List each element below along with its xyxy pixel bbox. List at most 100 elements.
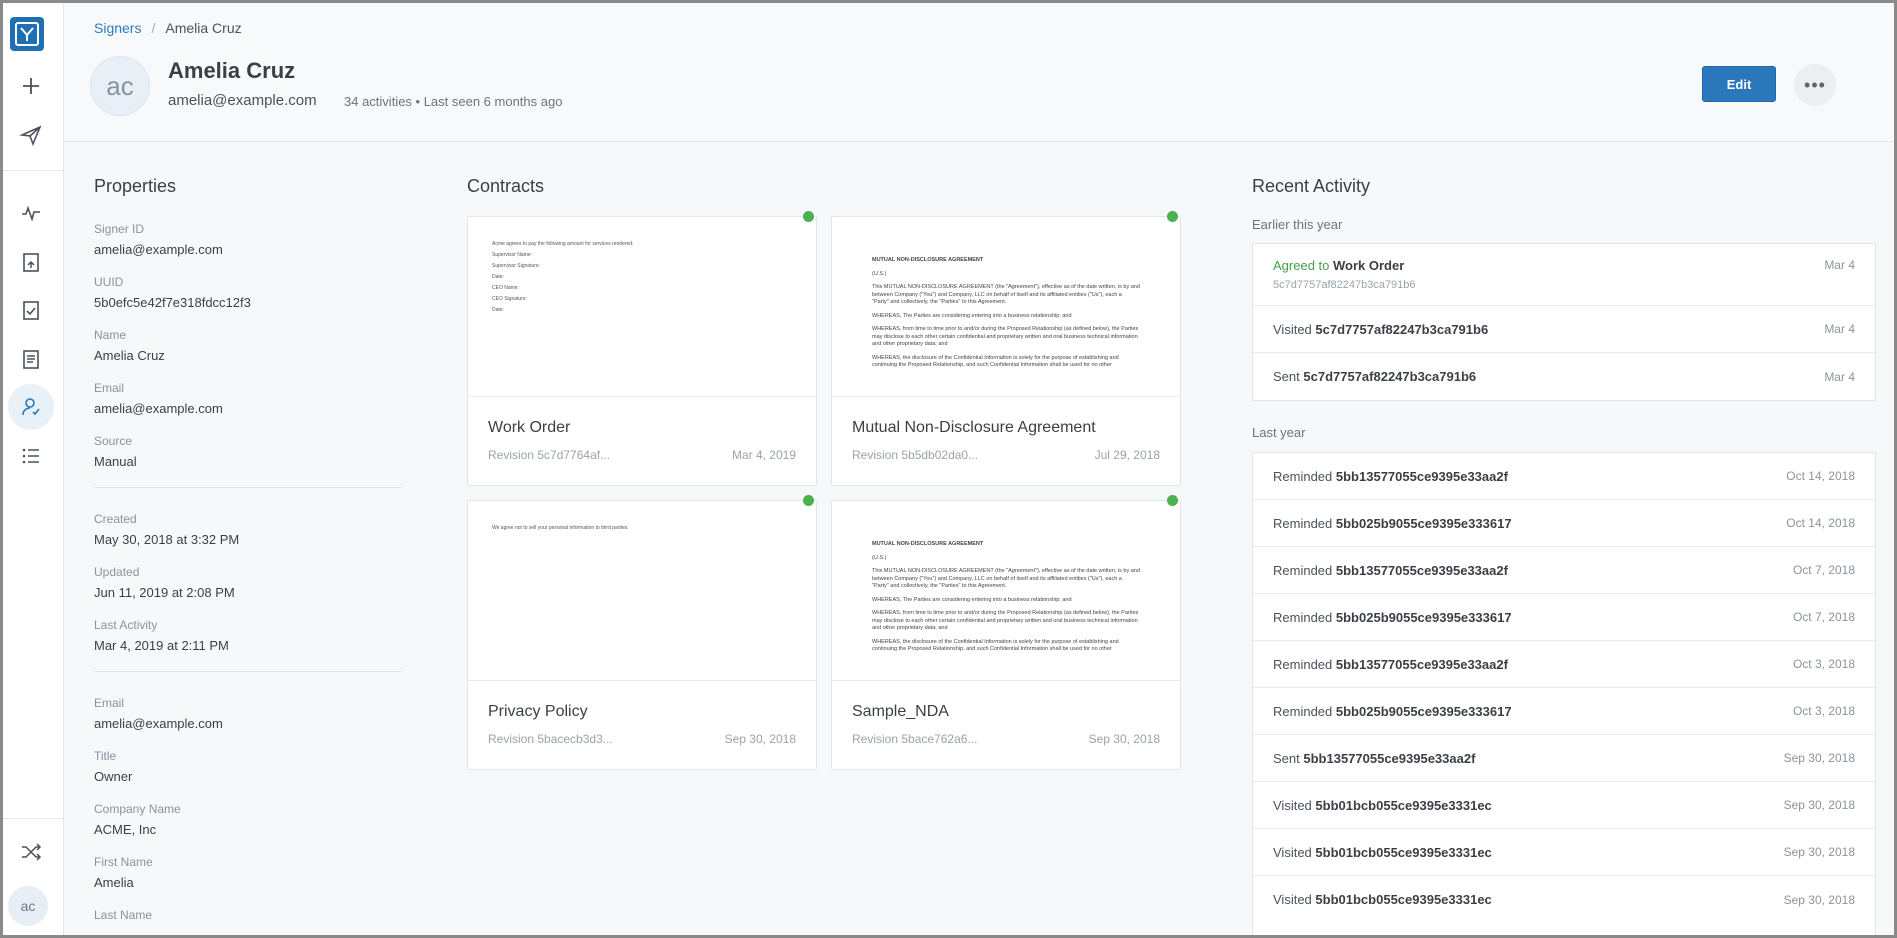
prop-label: Name (94, 328, 127, 342)
properties-title: Properties (94, 176, 177, 196)
activity-action: Reminded (1273, 515, 1333, 531)
activity-target: 5bb13577055ce9395e33aa2f (1335, 562, 1508, 578)
divider (94, 487, 402, 488)
activity-pulse-icon[interactable] (8, 190, 54, 236)
contract-revision: Revision 5bace762a6... (852, 732, 978, 746)
prop-label: Email (94, 696, 125, 710)
more-options-icon[interactable]: ••• (1794, 64, 1836, 106)
new-plus-icon[interactable] (8, 63, 54, 109)
activity-item[interactable]: Agreed to Work Order 5c7d7757af82247b3ca… (1253, 244, 1875, 306)
activity-date: Sep 30, 2018 (1783, 751, 1855, 765)
activity-date: Mar 4 (1824, 258, 1855, 272)
prop-value: amelia@example.com (94, 716, 223, 731)
contract-revision: Revision 5bacecb3d3... (488, 732, 613, 746)
activity-date: Oct 3, 2018 (1792, 704, 1855, 718)
activity-sub: 5c7d7757af82247b3ca791b6 (1273, 279, 1416, 291)
contract-preview: MUTUAL NON-DISCLOSURE AGREEMENT (U.S.) T… (832, 501, 1180, 681)
prop-value: Jun 11, 2019 at 2:08 PM (94, 585, 235, 600)
activity-date: Oct 14, 2018 (1786, 516, 1855, 530)
prop-value: Owner (94, 769, 133, 784)
activity-date: Oct 7, 2018 (1792, 610, 1855, 624)
activity-item[interactable]: Reminded 5bb13577055ce9395e33aa2f Oct 3, … (1253, 641, 1875, 688)
prop-label: First Name (94, 855, 153, 869)
activity-item[interactable]: Sent 5c7d7757af82247b3ca791b6 Mar 4 (1253, 353, 1875, 400)
activity-item[interactable]: Visited 5c7d7757af82247b3ca791b6 Mar 4 (1253, 306, 1875, 353)
activity-action: Reminded (1273, 609, 1333, 625)
prop-label: UUID (94, 275, 124, 289)
preview-text: MUTUAL NON-DISCLOSURE AGREEMENT (U.S.) T… (872, 541, 1140, 652)
contract-revision: Revision 5c7d7764af... (488, 448, 611, 462)
contract-date: Sep 30, 2018 (724, 732, 796, 746)
contract-card-privacy-policy[interactable]: We agree not to sell your personal infor… (467, 495, 817, 770)
divider (94, 671, 402, 672)
activity-list-last-year: Reminded 5bb13577055ce9395e33aa2f Oct 14,… (1252, 452, 1876, 938)
breadcrumb: Signers / Amelia Cruz (94, 20, 242, 36)
contract-card-mutual-nda[interactable]: MUTUAL NON-DISCLOSURE AGREEMENT (U.S.) T… (831, 211, 1181, 486)
activity-group-label: Earlier this year (1252, 217, 1343, 232)
document-icon[interactable] (8, 336, 54, 382)
activity-action: Visited (1273, 321, 1312, 337)
prop-value: ACME, Inc (94, 822, 157, 837)
activity-action: Visited (1273, 797, 1312, 813)
contract-title: Mutual Non-Disclosure Agreement (852, 419, 1096, 436)
breadcrumb-current: Amelia Cruz (165, 20, 242, 36)
contract-date: Sep 30, 2018 (1088, 732, 1160, 746)
prop-value: amelia@example.com (94, 242, 223, 257)
activity-item[interactable]: Reminded 5bb13577055ce9395e33aa2f Oct 14,… (1253, 453, 1875, 500)
contract-card-work-order[interactable]: Acme agrees to pay the following amount … (467, 211, 817, 486)
signed-checklist-icon[interactable] (8, 287, 54, 333)
edit-button[interactable]: Edit (1702, 66, 1776, 102)
activity-group-label: Last year (1252, 425, 1306, 440)
signer-email: amelia@example.com (168, 92, 317, 109)
activity-target-link[interactable]: Work Order (1333, 258, 1404, 273)
shuffle-icon[interactable] (8, 829, 54, 875)
prop-value: Manual (94, 454, 137, 469)
activity-item[interactable]: Visited 5bb01bcb055ce9395e3331ec Sep 30, … (1253, 829, 1875, 876)
contract-preview: MUTUAL NON-DISCLOSURE AGREEMENT (U.S.) T… (832, 217, 1180, 397)
prop-value: Amelia (94, 875, 134, 890)
activity-item[interactable]: Sent 5bb13577055ce9395e33aa2f Sep 30, 201… (1253, 735, 1875, 782)
activity-action: Reminded (1273, 656, 1333, 672)
activity-item[interactable]: Reminded 5bb13577055ce9395e33aa2f Oct 7, … (1253, 547, 1875, 594)
contract-card-sample-nda[interactable]: MUTUAL NON-DISCLOSURE AGREEMENT (U.S.) T… (831, 495, 1181, 770)
activity-item[interactable]: Visited 5bb01bcb055ce9395e3331ec Sep 30, … (1253, 876, 1875, 923)
activity-item[interactable]: Reminded 5bb025b9055ce9395e333617 Oct 7, … (1253, 594, 1875, 641)
contract-preview: Acme agrees to pay the following amount … (468, 217, 816, 397)
prop-value: May 30, 2018 at 3:32 PM (94, 532, 240, 547)
status-dot (803, 211, 814, 222)
activity-item[interactable]: Reminded 5bb025b9055ce9395e333617 Oct 14,… (1253, 500, 1875, 547)
user-avatar[interactable]: ac (8, 886, 48, 926)
contract-title: Sample_NDA (852, 703, 949, 720)
activity-target: 5bb13577055ce9395e33aa2f (1303, 750, 1476, 766)
sidebar: ac (0, 0, 64, 938)
activity-target: 5c7d7757af82247b3ca791b6 (1315, 321, 1489, 337)
page-header (64, 0, 1897, 142)
signers-user-check-icon[interactable] (8, 384, 54, 430)
activity-target: 5bb01bcb055ce9395e3331ec (1315, 892, 1492, 907)
contracts-title: Contracts (467, 176, 545, 196)
preview-text: MUTUAL NON-DISCLOSURE AGREEMENT (U.S.) T… (872, 257, 1140, 368)
activity-date: Sep 30, 2018 (1783, 798, 1855, 812)
prop-label: Source (94, 434, 133, 448)
activity-target: 5bb13577055ce9395e33aa2f (1335, 468, 1508, 484)
activity-action: Reminded (1273, 562, 1333, 578)
activity-target: 5c7d7757af82247b3ca791b6 (1303, 369, 1477, 384)
send-icon[interactable] (8, 112, 54, 158)
signer-avatar: ac (90, 56, 150, 116)
activity-action: Agreed to (1273, 258, 1330, 273)
prop-label: Created (94, 512, 137, 526)
activity-item[interactable]: Visited 5bb01bcb055ce9395e3331ec Sep 30, … (1253, 782, 1875, 829)
activity-date: Oct 3, 2018 (1792, 657, 1855, 671)
activity-item[interactable]: Reminded 5bb025b9055ce9395e333617 Oct 3, … (1253, 688, 1875, 735)
activity-target: 5bb025b9055ce9395e333617 (1335, 609, 1512, 625)
app-logo-icon[interactable] (10, 17, 44, 51)
activity-meta: 34 activities • Last seen 6 months ago (344, 94, 563, 109)
activity-action: Visited (1273, 892, 1312, 907)
breadcrumb-signers-link[interactable]: Signers (94, 20, 141, 36)
activity-target: 5bb13577055ce9395e33aa2f (1335, 656, 1508, 672)
activity-title: Recent Activity (1252, 176, 1371, 196)
list-icon[interactable] (8, 433, 54, 479)
contracts-upload-icon[interactable] (8, 239, 54, 285)
prop-label: Last Activity (94, 618, 158, 632)
status-dot (1167, 495, 1178, 506)
